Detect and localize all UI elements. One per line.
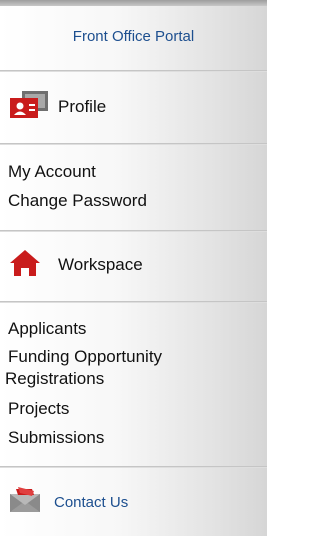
envelope-icon <box>8 485 44 520</box>
funding-opportunity-line: Funding Opportunity <box>8 347 163 366</box>
my-account-link[interactable]: My Account <box>8 161 96 183</box>
applicants-link[interactable]: Applicants <box>8 318 86 340</box>
profile-section-header: Profile <box>8 89 106 125</box>
top-border <box>0 0 267 6</box>
funding-opportunity-registrations-link[interactable]: Funding Opportunity Registrations <box>5 346 248 390</box>
sidebar-nav: Front Office Portal Profile My Account C… <box>0 0 267 536</box>
divider <box>0 230 267 232</box>
divider <box>0 466 267 468</box>
profile-section-title: Profile <box>58 97 107 116</box>
divider <box>0 143 267 145</box>
profile-card-icon <box>8 89 50 126</box>
contact-section: Contact Us <box>8 484 128 520</box>
contact-us-link[interactable]: Contact Us <box>54 494 128 511</box>
divider <box>0 301 267 303</box>
submissions-link[interactable]: Submissions <box>8 427 104 449</box>
home-icon <box>8 248 42 283</box>
workspace-section-header: Workspace <box>8 247 143 283</box>
workspace-section-title: Workspace <box>58 255 143 274</box>
registrations-line: Registrations <box>5 369 105 388</box>
change-password-link[interactable]: Change Password <box>8 190 147 212</box>
front-office-portal-link[interactable]: Front Office Portal <box>0 28 267 45</box>
projects-link[interactable]: Projects <box>8 398 69 420</box>
divider <box>0 70 267 72</box>
